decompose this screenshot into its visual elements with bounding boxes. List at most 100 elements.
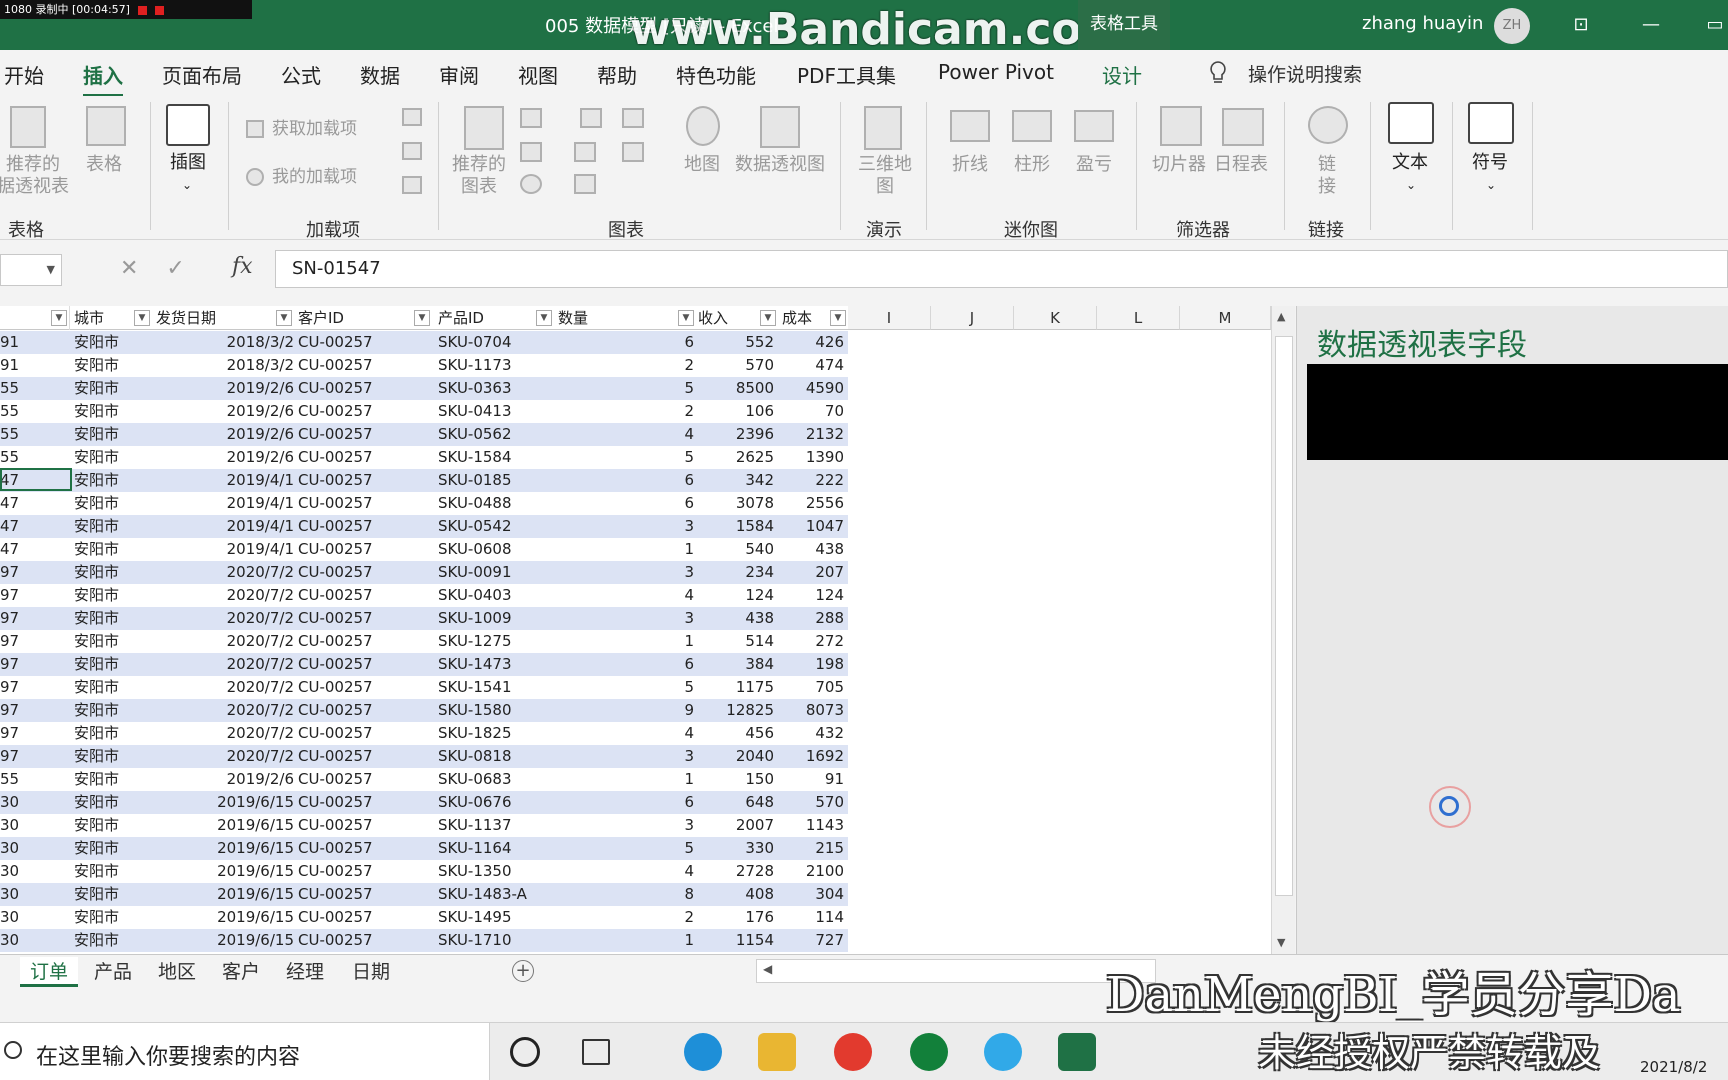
- cell-product-id[interactable]: SKU-0608: [438, 538, 554, 561]
- cell-city[interactable]: 安阳市: [74, 906, 152, 929]
- cell-quantity[interactable]: 5: [558, 377, 694, 400]
- cell-product-id[interactable]: SKU-1173: [438, 354, 554, 377]
- cell-revenue[interactable]: 3078: [698, 492, 774, 515]
- cell-product-id[interactable]: SKU-0185: [438, 469, 554, 492]
- selected-cell[interactable]: [0, 468, 72, 491]
- cell-city[interactable]: 安阳市: [74, 607, 152, 630]
- cell-product-id[interactable]: SKU-1350: [438, 860, 554, 883]
- cell-product-id[interactable]: SKU-1541: [438, 676, 554, 699]
- filter-dropdown-icon[interactable]: ▼: [276, 310, 292, 326]
- pie-chart-icon[interactable]: [520, 174, 542, 194]
- vertical-scrollbar[interactable]: ▲ ▼: [1271, 306, 1295, 954]
- cell-revenue[interactable]: 342: [698, 469, 774, 492]
- cell-product-id[interactable]: SKU-0562: [438, 423, 554, 446]
- cell-customer-id[interactable]: CU-00257: [298, 492, 432, 515]
- cell-city[interactable]: 安阳市: [74, 400, 152, 423]
- sparkline-winloss-button[interactable]: 盈亏: [1076, 154, 1112, 176]
- table-row[interactable]: 55 安阳市 2019/2/6 CU-00257 SKU-0413 2 106 70: [0, 400, 848, 423]
- cell-product-id[interactable]: SKU-1275: [438, 630, 554, 653]
- cell-revenue[interactable]: 150: [698, 768, 774, 791]
- cell-revenue[interactable]: 552: [698, 331, 774, 354]
- line-chart-icon[interactable]: [520, 142, 542, 162]
- column-header-i[interactable]: I: [848, 306, 931, 330]
- table-row[interactable]: 97 安阳市 2020/7/2 CU-00257 SKU-1541 5 1175 705: [0, 676, 848, 699]
- cell-revenue[interactable]: 540: [698, 538, 774, 561]
- cell-cost[interactable]: 215: [782, 837, 844, 860]
- tab-home[interactable]: 开始: [4, 60, 44, 89]
- cell-city[interactable]: 安阳市: [74, 722, 152, 745]
- table-row[interactable]: 47 安阳市 2019/4/1 CU-00257 SKU-0542 3 1584 1047: [0, 515, 848, 538]
- cell-ship-date[interactable]: 2019/6/15: [156, 883, 294, 906]
- cell-revenue[interactable]: 2728: [698, 860, 774, 883]
- cell-id[interactable]: 91: [0, 331, 70, 354]
- cell-city[interactable]: 安阳市: [74, 331, 152, 354]
- symbol-button[interactable]: 符号: [1472, 152, 1508, 174]
- table-row[interactable]: 47 安阳市 2019/4/1 CU-00257 SKU-0488 6 3078 2556: [0, 492, 848, 515]
- cell-product-id[interactable]: SKU-0676: [438, 791, 554, 814]
- name-box[interactable]: ▼: [0, 254, 62, 286]
- tab-pdf-tools[interactable]: PDF工具集: [797, 60, 896, 89]
- cell-city[interactable]: 安阳市: [74, 515, 152, 538]
- table-button[interactable]: 表格: [86, 154, 122, 176]
- cell-revenue[interactable]: 514: [698, 630, 774, 653]
- cell-cost[interactable]: 1047: [782, 515, 844, 538]
- statistic-chart-icon[interactable]: [574, 142, 596, 162]
- filter-dropdown-icon[interactable]: ▼: [536, 310, 552, 326]
- cell-product-id[interactable]: SKU-1580: [438, 699, 554, 722]
- cell-id[interactable]: 55: [0, 446, 70, 469]
- tab-page-layout[interactable]: 页面布局: [162, 60, 242, 89]
- cell-city[interactable]: 安阳市: [74, 929, 152, 952]
- cell-id[interactable]: 97: [0, 722, 70, 745]
- cell-ship-date[interactable]: 2019/2/6: [156, 400, 294, 423]
- filter-dropdown-icon[interactable]: ▼: [678, 310, 694, 326]
- cell-id[interactable]: 97: [0, 653, 70, 676]
- cell-quantity[interactable]: 3: [558, 561, 694, 584]
- cell-product-id[interactable]: SKU-0704: [438, 331, 554, 354]
- table-row[interactable]: 30 安阳市 2019/6/15 CU-00257 SKU-1164 5 330 215: [0, 837, 848, 860]
- cell-product-id[interactable]: SKU-1473: [438, 653, 554, 676]
- filter-dropdown-icon[interactable]: ▼: [134, 310, 150, 326]
- pivot-chart-button[interactable]: 数据透视图: [735, 154, 825, 176]
- cell-id[interactable]: 55: [0, 768, 70, 791]
- cell-customer-id[interactable]: CU-00257: [298, 538, 432, 561]
- bing-icon[interactable]: [402, 142, 422, 160]
- cell-quantity[interactable]: 5: [558, 837, 694, 860]
- app-icon[interactable]: [834, 1033, 872, 1071]
- column-header-m[interactable]: M: [1180, 306, 1271, 330]
- cell-ship-date[interactable]: 2019/4/1: [156, 492, 294, 515]
- cell-city[interactable]: 安阳市: [74, 860, 152, 883]
- scatter-chart-icon[interactable]: [574, 174, 596, 194]
- cell-ship-date[interactable]: 2020/7/2: [156, 607, 294, 630]
- cell-ship-date[interactable]: 2020/7/2: [156, 722, 294, 745]
- check-icon[interactable]: ✓: [166, 256, 184, 281]
- header-cell-city[interactable]: 城市 ▼: [74, 306, 152, 330]
- link-button[interactable]: 链 接: [1318, 154, 1336, 198]
- illustrations-button[interactable]: 插图: [170, 152, 206, 174]
- formula-input[interactable]: SN-01547: [275, 250, 1728, 288]
- cell-id[interactable]: 30: [0, 906, 70, 929]
- combo-chart-icon[interactable]: [622, 142, 644, 162]
- cell-revenue[interactable]: 384: [698, 653, 774, 676]
- cell-id[interactable]: 97: [0, 607, 70, 630]
- cell-revenue[interactable]: 176: [698, 906, 774, 929]
- table-row[interactable]: 30 安阳市 2019/6/15 CU-00257 SKU-0676 6 648 570: [0, 791, 848, 814]
- cell-quantity[interactable]: 4: [558, 423, 694, 446]
- chevron-down-icon[interactable]: ⌄: [182, 174, 192, 196]
- cell-ship-date[interactable]: 2019/2/6: [156, 377, 294, 400]
- cell-customer-id[interactable]: CU-00257: [298, 768, 432, 791]
- cell-customer-id[interactable]: CU-00257: [298, 423, 432, 446]
- table-row[interactable]: 91 安阳市 2018/3/2 CU-00257 SKU-0704 6 552 426: [0, 331, 848, 354]
- cell-city[interactable]: 安阳市: [74, 492, 152, 515]
- cell-cost[interactable]: 705: [782, 676, 844, 699]
- cell-cost[interactable]: 1390: [782, 446, 844, 469]
- slicer-button[interactable]: 切片器: [1152, 154, 1206, 176]
- cell-cost[interactable]: 124: [782, 584, 844, 607]
- cell-revenue[interactable]: 648: [698, 791, 774, 814]
- cell-ship-date[interactable]: 2019/6/15: [156, 791, 294, 814]
- cell-ship-date[interactable]: 2019/6/15: [156, 837, 294, 860]
- cell-ship-date[interactable]: 2020/7/2: [156, 584, 294, 607]
- table-row[interactable]: 30 安阳市 2019/6/15 CU-00257 SKU-1483-A 8 408 304: [0, 883, 848, 906]
- cell-cost[interactable]: 198: [782, 653, 844, 676]
- table-row[interactable]: 97 安阳市 2020/7/2 CU-00257 SKU-0091 3 234 207: [0, 561, 848, 584]
- tab-data[interactable]: 数据: [360, 60, 400, 89]
